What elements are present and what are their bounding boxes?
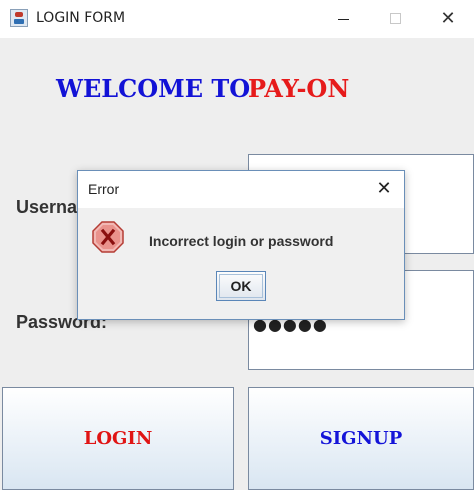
close-button[interactable]: ✕ (422, 0, 474, 38)
dialog-title-bar: Error ✕ (78, 171, 404, 208)
login-button[interactable]: LOGIN (2, 387, 234, 490)
welcome-heading: WELCOME TO (56, 74, 251, 103)
dialog-message: Incorrect login or password (149, 233, 334, 249)
brand-heading: PAY-ON (248, 74, 350, 103)
signup-button[interactable]: SIGNUP (248, 387, 474, 490)
dialog-close-button[interactable]: ✕ (372, 177, 396, 201)
java-app-icon (10, 9, 28, 27)
ok-button[interactable]: OK (216, 271, 266, 301)
window-title: LOGIN FORM (36, 10, 126, 26)
minimize-button[interactable] (318, 0, 370, 38)
error-icon (92, 221, 124, 253)
error-dialog: Error ✕ Incorrect login or password OK (77, 170, 405, 320)
title-bar: LOGIN FORM ✕ (0, 0, 474, 38)
dialog-title: Error (88, 181, 120, 197)
username-label: Userna (16, 197, 78, 217)
maximize-button[interactable] (370, 0, 422, 38)
